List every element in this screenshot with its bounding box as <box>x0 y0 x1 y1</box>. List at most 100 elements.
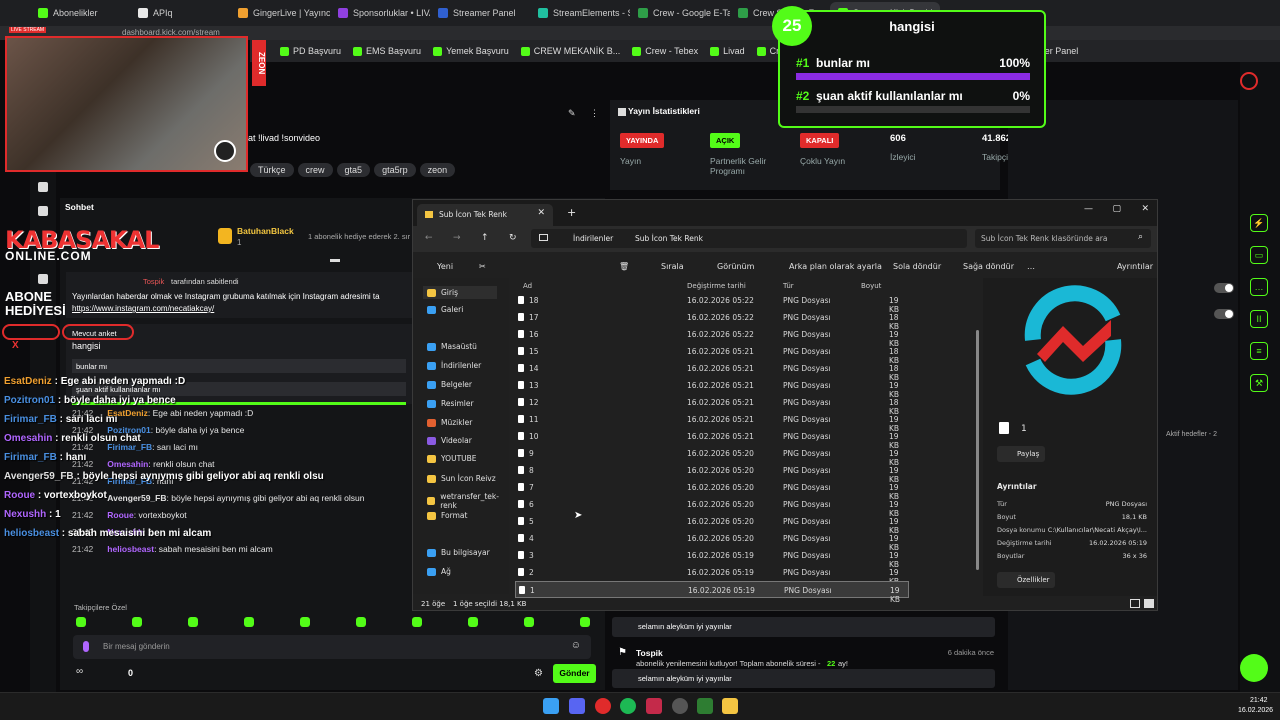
stream-tag[interactable]: zeon <box>419 163 456 177</box>
home-icon[interactable] <box>38 274 48 284</box>
browser-tab[interactable]: StreamElements - S <box>530 2 630 24</box>
trophy-icon[interactable] <box>38 182 48 192</box>
poll-option-1[interactable]: bunlar mı <box>72 359 406 373</box>
explorer-taskbar-icon[interactable] <box>722 698 738 714</box>
file-row[interactable]: 3 16.02.2026 05:19 PNG Dosyası 19 KB <box>515 547 909 569</box>
emote-icon[interactable] <box>300 617 310 627</box>
stream-tag[interactable]: gta5 <box>336 163 371 177</box>
emote-icon[interactable] <box>356 617 366 627</box>
file-row[interactable]: 12 16.02.2026 05:21 PNG Dosyası 18 KB <box>515 394 909 416</box>
refresh-icon[interactable]: ↻ <box>509 233 517 243</box>
emote-icon[interactable] <box>468 617 478 627</box>
browser-tab[interactable]: GingerLive | Yayıncı <box>230 2 330 24</box>
flash-icon[interactable]: ⚡ <box>1250 214 1268 232</box>
pin-collapse-icon[interactable]: ▬ <box>330 254 340 265</box>
pinned-by[interactable]: Tospik <box>143 277 164 286</box>
browser-tab[interactable]: Abonelikler <box>30 2 130 24</box>
file-row[interactable]: 10 16.02.2026 05:21 PNG Dosyası 19 KB <box>515 428 909 450</box>
bookmark-item[interactable]: CREW MEKANİK B... <box>520 46 620 56</box>
chat-icon[interactable]: … <box>1250 278 1268 296</box>
bookmark-item[interactable]: EMS Başvuru <box>353 46 421 56</box>
message-user[interactable]: Omesahin <box>107 459 148 469</box>
address-field[interactable]: İndirilenler Sub İcon Tek Renk <box>531 229 967 248</box>
opera-icon[interactable] <box>595 698 611 714</box>
steam-icon[interactable] <box>672 698 688 714</box>
delete-icon[interactable]: 🗑 <box>619 262 629 271</box>
more-icon[interactable]: ⋮ <box>590 108 599 119</box>
edit-icon[interactable]: ✎ <box>568 108 576 119</box>
pause-icon[interactable]: II <box>1250 310 1268 328</box>
calendar-icon[interactable] <box>38 206 48 216</box>
wallpaper-button[interactable]: Arka plan olarak ayarla <box>789 262 882 271</box>
minimize-icon[interactable]: — <box>1084 204 1093 214</box>
file-row[interactable]: 17 16.02.2026 05:22 PNG Dosyası 18 KB <box>515 309 909 331</box>
explorer-tab[interactable]: Sub İcon Tek Renk ✕ <box>417 204 553 226</box>
close-tab-icon[interactable]: ✕ <box>537 208 545 218</box>
emote-icon[interactable] <box>244 617 254 627</box>
gifter-name[interactable]: BatuhanBlack <box>237 226 294 236</box>
bookmark-item[interactable]: Livad <box>710 46 745 56</box>
column-header[interactable]: Ad <box>523 282 532 290</box>
rotate-right-button[interactable]: Sağa döndür <box>963 262 1014 271</box>
browser-tab[interactable]: Crew - Google E-Ta <box>630 2 730 24</box>
support-icon[interactable] <box>1240 654 1268 682</box>
toggle-1[interactable] <box>1214 283 1234 293</box>
browser-tab[interactable]: Streamer Panel <box>430 2 530 24</box>
back-icon[interactable]: ← <box>425 233 433 243</box>
app-icon-red[interactable] <box>646 698 662 714</box>
start-icon[interactable] <box>543 698 559 714</box>
share-button[interactable]: Paylaş <box>997 446 1045 462</box>
chat-input[interactable]: Bir mesaj gönderin ☺ <box>73 635 591 659</box>
emote-icon[interactable] <box>524 617 534 627</box>
column-header[interactable]: Değiştirme tarihi <box>687 282 746 290</box>
column-header[interactable]: Boyut <box>861 282 881 290</box>
forward-icon[interactable]: → <box>453 233 461 243</box>
nav-item[interactable]: İndirilenler <box>427 361 481 370</box>
close-icon[interactable]: ✕ <box>1141 204 1149 214</box>
message-user[interactable]: Rooue <box>107 510 133 520</box>
breadcrumb-folder[interactable]: Sub İcon Tek Renk <box>635 234 703 243</box>
stream-tag[interactable]: crew <box>297 163 333 177</box>
nav-item[interactable]: wetransfer_tek-renk <box>427 492 509 510</box>
discord-icon[interactable] <box>569 698 585 714</box>
mic-icon[interactable] <box>83 641 89 652</box>
emote-icon[interactable] <box>132 617 142 627</box>
nav-item[interactable]: Resimler <box>427 399 474 408</box>
nav-item[interactable]: Masaüstü <box>427 342 477 351</box>
up-icon[interactable]: ↑ <box>481 233 489 243</box>
view-button[interactable]: Görünüm <box>717 262 754 271</box>
nav-item[interactable]: Müzikler <box>427 418 472 427</box>
file-row[interactable]: 8 16.02.2026 05:20 PNG Dosyası 19 KB <box>515 462 909 484</box>
emoji-icon[interactable]: ☺ <box>571 640 581 651</box>
bookmark-item[interactable]: PD Başvuru <box>280 46 341 56</box>
file-row[interactable]: 216.02.2026 05:19PNG Dosyası19 KB <box>515 564 909 586</box>
nav-item[interactable]: YOUTUBE <box>427 454 477 463</box>
settings-icon[interactable]: ⚙ <box>534 668 543 679</box>
properties-button[interactable]: Özellikler <box>997 572 1055 588</box>
bookmark-item[interactable]: Yemek Başvuru <box>433 46 509 56</box>
emote-icon[interactable] <box>76 617 86 627</box>
clip-icon[interactable]: ▭ <box>1250 246 1268 264</box>
nav-item[interactable]: Bu bilgisayar <box>427 548 490 557</box>
cut-icon[interactable]: ✂ <box>479 262 486 271</box>
send-button[interactable]: Gönder <box>553 664 596 683</box>
spotify-icon[interactable] <box>620 698 636 714</box>
nav-item[interactable]: Galeri <box>427 305 463 314</box>
list-view-icon[interactable] <box>1130 599 1140 608</box>
message-user[interactable]: heliosbeast <box>107 544 154 554</box>
new-button[interactable]: Yeni <box>437 262 453 271</box>
file-row[interactable]: 9 16.02.2026 05:20 PNG Dosyası 19 KB <box>515 445 909 467</box>
wrench-icon[interactable]: ⚒ <box>1250 374 1268 392</box>
nav-item[interactable]: Sun İcon Reivz <box>427 474 496 483</box>
file-row[interactable]: 15 16.02.2026 05:21 PNG Dosyası 18 KB <box>515 343 909 365</box>
file-row[interactable]: 11 16.02.2026 05:21 PNG Dosyası 19 KB <box>515 411 909 433</box>
details-pane-button[interactable]: Ayrıntılar <box>1117 262 1153 271</box>
emote-icon[interactable] <box>580 617 590 627</box>
rotate-left-button[interactable]: Sola döndür <box>893 262 941 271</box>
bookmark-item[interactable]: Crew - Tebex <box>632 46 698 56</box>
explorer-search[interactable]: Sub İcon Tek Renk klasöründe ara ⌕ <box>975 229 1151 248</box>
nav-item[interactable]: Videolar <box>427 436 472 445</box>
column-header[interactable]: Tür <box>783 282 794 290</box>
kick-logo-icon[interactable] <box>1240 72 1258 90</box>
toggle-2[interactable] <box>1214 309 1234 319</box>
